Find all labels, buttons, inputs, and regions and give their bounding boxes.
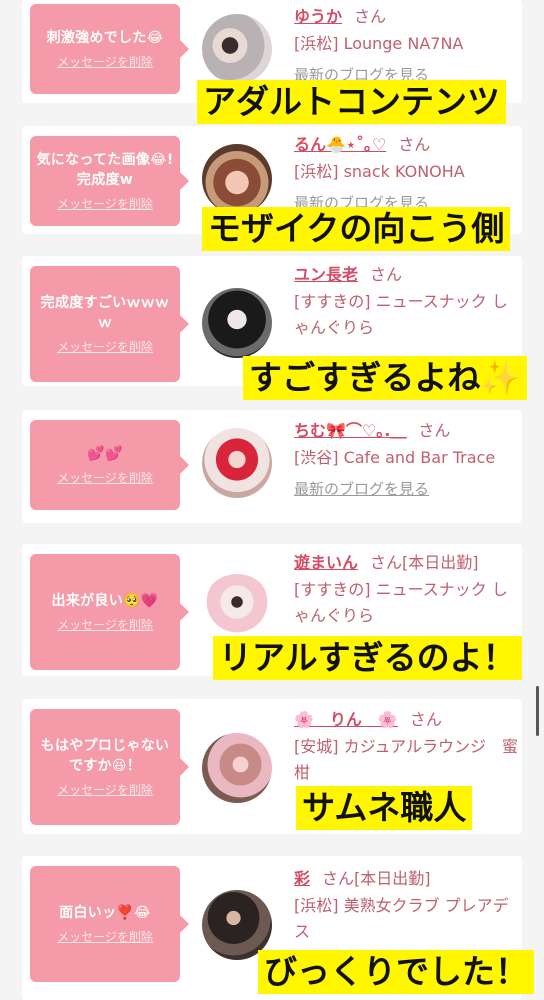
honorific: さん — [398, 135, 431, 154]
latest-blog-link[interactable]: 最新のブログを見る — [294, 479, 519, 499]
honorific: さん — [370, 265, 403, 284]
shop-name: [浜松] Lounge NA7NA — [294, 34, 464, 53]
avatar[interactable] — [202, 574, 272, 644]
shop-name: [すすきの] ニュースナック しゃんぐりら — [294, 292, 508, 337]
message-text: もはやプロじゃないですか😆！ — [40, 738, 170, 774]
message-text: 刺激強めでした😂 — [46, 30, 164, 46]
avatar[interactable] — [202, 428, 272, 498]
message-text: 💕💕 — [87, 446, 123, 462]
message-text: 出来が良い🥺💗 — [51, 593, 159, 609]
message-bubble: もはやプロじゃないですか😆！ メッセージを削除 — [30, 709, 189, 825]
delete-message-link[interactable]: メッセージを削除 — [57, 196, 153, 212]
delete-message-link[interactable]: メッセージを削除 — [57, 782, 153, 798]
caption-overlay: アダルトコンテンツ — [197, 80, 506, 124]
sender-info: 遊まいん さん[本日出勤] [すすきの] ニュースナック しゃんぐりら — [294, 552, 519, 629]
message-bubble: 面白いッ❣️😂 メッセージを削除 — [30, 866, 189, 982]
delete-message-link[interactable]: メッセージを削除 — [57, 617, 153, 633]
message-bubble: 💕💕 メッセージを削除 — [30, 420, 189, 510]
sender-name[interactable]: 🌸 りん 🌸 — [294, 710, 398, 729]
scrollbar[interactable] — [536, 686, 539, 736]
avatar[interactable] — [202, 14, 272, 84]
sender-name[interactable]: ゆうか — [294, 7, 342, 26]
status-badge: [本日出勤] — [354, 869, 431, 888]
honorific: さん — [370, 553, 403, 572]
message-card: 💕💕 メッセージを削除 ちむ🎀⌒♡｡.＿ さん [渋谷] Cafe and Bar… — [22, 410, 522, 523]
sender-info: ゆうか さん [浜松] Lounge NA7NA 最新のブログを見る — [294, 6, 519, 85]
honorific: さん — [322, 869, 355, 888]
caption-overlay: リアルすぎるのよ！ — [213, 636, 522, 680]
honorific: さん — [354, 7, 387, 26]
delete-message-link[interactable]: メッセージを削除 — [57, 339, 153, 355]
shop-name: [渋谷] Cafe and Bar Trace — [294, 448, 496, 467]
honorific: さん — [418, 421, 451, 440]
sender-info: ユン長老 さん [すすきの] ニュースナック しゃんぐりら — [294, 264, 519, 341]
sender-name[interactable]: ちむ🎀⌒♡｡.＿ — [294, 421, 406, 440]
caption-overlay: モザイクの向こう側 — [202, 207, 511, 251]
caption-overlay: びっくりでした！ — [258, 950, 534, 994]
message-text: 面白いッ❣️😂 — [59, 905, 151, 921]
sender-info: るん🐣⋆˚｡♡ さん [浜松] snack KONOHA 最新のブログを見る — [294, 134, 519, 213]
status-badge: [本日出勤] — [402, 553, 479, 572]
sender-name[interactable]: 彩 — [294, 869, 310, 888]
message-text: 気になってた画像😂!完成度w — [36, 152, 174, 188]
sender-name[interactable]: るん🐣⋆˚｡♡ — [294, 135, 386, 154]
sender-info: 🌸 りん 🌸 さん [安城] カジュアルラウンジ 蜜柑 — [294, 709, 519, 786]
delete-message-link[interactable]: メッセージを削除 — [57, 929, 153, 945]
shop-name: [すすきの] ニュースナック しゃんぐりら — [294, 580, 508, 625]
shop-name: [浜松] 美熟女クラブ プレアデス — [294, 896, 509, 941]
avatar[interactable] — [202, 288, 272, 358]
sender-name[interactable]: 遊まいん — [294, 553, 358, 572]
delete-message-link[interactable]: メッセージを削除 — [57, 470, 153, 486]
message-bubble: 出来が良い🥺💗 メッセージを削除 — [30, 554, 189, 670]
message-bubble: 完成度すごいｗｗｗｗ メッセージを削除 — [30, 266, 189, 382]
caption-overlay: サムネ職人 — [296, 786, 473, 830]
delete-message-link[interactable]: メッセージを削除 — [57, 54, 153, 70]
shop-name: [浜松] snack KONOHA — [294, 162, 465, 181]
shop-name: [安城] カジュアルラウンジ 蜜柑 — [294, 737, 518, 782]
sender-info: ちむ🎀⌒♡｡.＿ さん [渋谷] Cafe and Bar Trace 最新のブロ… — [294, 420, 519, 499]
avatar[interactable] — [202, 144, 272, 214]
message-bubble: 気になってた画像😂!完成度w メッセージを削除 — [30, 136, 189, 226]
avatar[interactable] — [202, 733, 272, 803]
honorific: さん — [409, 710, 442, 729]
caption-overlay: すごすぎるよね✨ — [243, 356, 528, 400]
message-text: 完成度すごいｗｗｗｗ — [40, 295, 170, 331]
sender-info: 彩さん[本日出勤] [浜松] 美熟女クラブ プレアデス — [294, 868, 519, 945]
sender-name[interactable]: ユン長老 — [294, 265, 358, 284]
message-bubble: 刺激強めでした😂 メッセージを削除 — [30, 4, 189, 94]
